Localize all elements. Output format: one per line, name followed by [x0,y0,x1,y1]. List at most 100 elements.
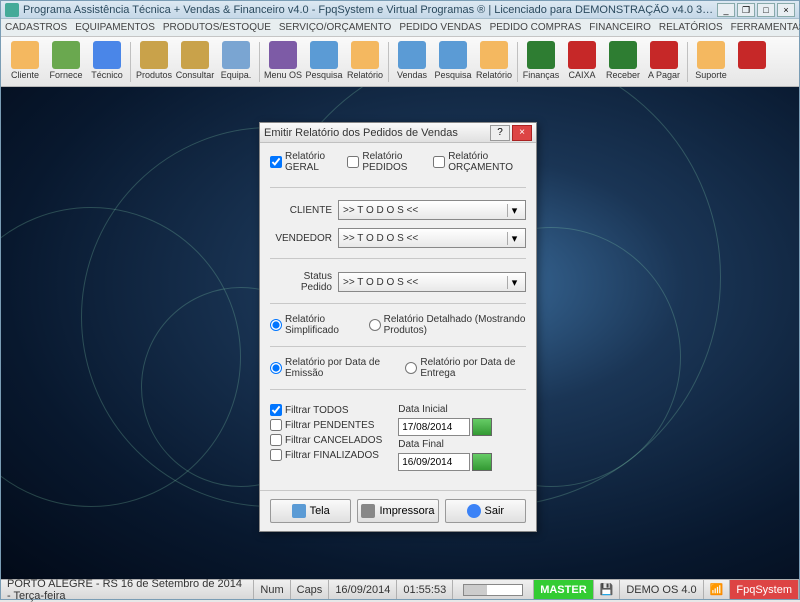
rd-entrega-label: Relatório por Data de Entrega [420,357,526,379]
toolbar-icon [568,41,596,69]
toolbar-label: Pesquisa [434,71,471,80]
status-disk-icon: 💾 [594,580,621,599]
printer-icon [361,504,375,518]
dialog-title: Emitir Relatório dos Pedidos de Vendas [264,127,488,139]
toolbar-icon [351,41,379,69]
toolbar-icon [52,41,80,69]
toolbar-receber[interactable]: Receber [603,39,643,85]
toolbar-icon [222,41,250,69]
cb-geral[interactable] [270,156,282,168]
cb-orcamento[interactable] [433,156,445,168]
toolbar-icon [93,41,121,69]
rd-simplificado[interactable] [270,319,282,331]
cb-filtrar-pendentes-label: Filtrar PENDENTES [285,420,374,431]
toolbar-icon [181,41,209,69]
cb-filtrar-todos-label: Filtrar TODOS [285,405,349,416]
calendar-icon[interactable] [472,418,492,436]
rd-entrega[interactable] [405,362,417,374]
toolbar-icon [650,41,678,69]
tela-button[interactable]: Tela [270,499,351,523]
cb-filtrar-cancelados-label: Filtrar CANCELADOS [285,435,382,446]
toolbar-suporte[interactable]: Suporte [691,39,731,85]
status-combo[interactable]: >> T O D O S <<▾ [338,272,526,292]
menu-servico-orcamento[interactable]: SERVIÇO/ORÇAMENTO [279,22,391,33]
chevron-down-icon: ▾ [507,232,521,245]
toolbar-cliente[interactable]: Cliente [5,39,45,85]
toolbar-relatório[interactable]: Relatório [474,39,514,85]
screen-icon [292,504,306,518]
toolbar-label: Produtos [136,71,172,80]
toolbar-separator [517,42,518,82]
restore-button[interactable]: ❐ [737,3,755,17]
toolbar-separator [130,42,131,82]
toolbar-label: Técnico [91,71,123,80]
toolbar-pesquisa[interactable]: Pesquisa [433,39,473,85]
toolbar-icon [398,41,426,69]
toolbar-fornece[interactable]: Fornece [46,39,86,85]
report-dialog: Emitir Relatório dos Pedidos de Vendas ?… [259,122,537,532]
menu-ferramentas[interactable]: FERRAMENTAS [731,22,800,33]
toolbar: ClienteFornece Técnico ProdutosConsultarEq… [1,37,799,87]
toolbar-icon [310,41,338,69]
rd-detalhado[interactable] [369,319,381,331]
sair-button[interactable]: Sair [445,499,526,523]
menu-relatorios[interactable]: RELATÓRIOS [659,22,723,33]
titlebar: Programa Assistência Técnica + Vendas & … [1,1,799,19]
toolbar-consultar[interactable]: Consultar [175,39,215,85]
rd-emissao[interactable] [270,362,282,374]
cb-filtrar-finalizados-label: Filtrar FINALIZADOS [285,450,379,461]
cb-orcamento-label: Relatório ORÇAMENTO [448,151,526,173]
status-demo: DEMO OS 4.0 [620,580,703,599]
app-icon [5,3,19,17]
menu-produtos-estoque[interactable]: PRODUTOS/ESTOQUE [163,22,271,33]
toolbar-técnico[interactable]: Técnico [87,39,127,85]
toolbar-a pagar[interactable]: A Pagar [644,39,684,85]
menu-equipamentos[interactable]: EQUIPAMENTOS [75,22,155,33]
menu-cadastros[interactable]: CADASTROS [5,22,67,33]
toolbar-separator [259,42,260,82]
dialog-titlebar: Emitir Relatório dos Pedidos de Vendas ?… [260,123,536,143]
toolbar-finanças[interactable]: Finanças [521,39,561,85]
toolbar-label: Receber [606,71,640,80]
menu-financeiro[interactable]: FINANCEIRO [589,22,651,33]
toolbar-relatório[interactable]: Relatório [345,39,385,85]
status-caps: Caps [291,580,330,599]
toolbar-vendas[interactable]: Vendas [392,39,432,85]
toolbar-label: A Pagar [648,71,680,80]
cliente-combo[interactable]: >> T O D O S <<▾ [338,200,526,220]
data-final-label: Data Final [398,439,492,450]
toolbar-exit[interactable] [732,39,772,85]
cb-filtrar-cancelados[interactable] [270,434,282,446]
toolbar-label: Relatório [347,71,383,80]
toolbar-produtos[interactable]: Produtos [134,39,174,85]
dialog-close-button[interactable]: × [512,125,532,141]
toolbar-menu os[interactable]: Menu OS [263,39,303,85]
cb-filtrar-pendentes[interactable] [270,419,282,431]
toolbar-pesquisa[interactable]: Pesquisa [304,39,344,85]
cliente-label: CLIENTE [270,205,332,216]
close-button[interactable]: × [777,3,795,17]
toolbar-icon [140,41,168,69]
impressora-button[interactable]: Impressora [357,499,438,523]
rd-simplificado-label: Relatório Simplificado [285,314,357,336]
maximize-button[interactable]: □ [757,3,775,17]
cb-pedidos[interactable] [347,156,359,168]
toolbar-icon [480,41,508,69]
calendar-icon[interactable] [472,453,492,471]
minimize-button[interactable]: _ [717,3,735,17]
vendedor-combo[interactable]: >> T O D O S <<▾ [338,228,526,248]
menu-pedido-compras[interactable]: PEDIDO COMPRAS [490,22,582,33]
cb-geral-label: Relatório GERAL [285,151,339,173]
cb-filtrar-todos[interactable] [270,404,282,416]
data-final-input[interactable] [398,453,470,471]
menu-pedido-vendas[interactable]: PEDIDO VENDAS [399,22,481,33]
data-inicial-input[interactable] [398,418,470,436]
status-master: MASTER [534,580,593,599]
dialog-help-button[interactable]: ? [490,125,510,141]
cb-filtrar-finalizados[interactable] [270,449,282,461]
data-inicial-label: Data Inicial [398,404,492,415]
toolbar-equipa.[interactable]: Equipa. [216,39,256,85]
chevron-down-icon: ▾ [507,204,521,217]
toolbar-caixa[interactable]: CAIXA [562,39,602,85]
toolbar-icon [697,41,725,69]
